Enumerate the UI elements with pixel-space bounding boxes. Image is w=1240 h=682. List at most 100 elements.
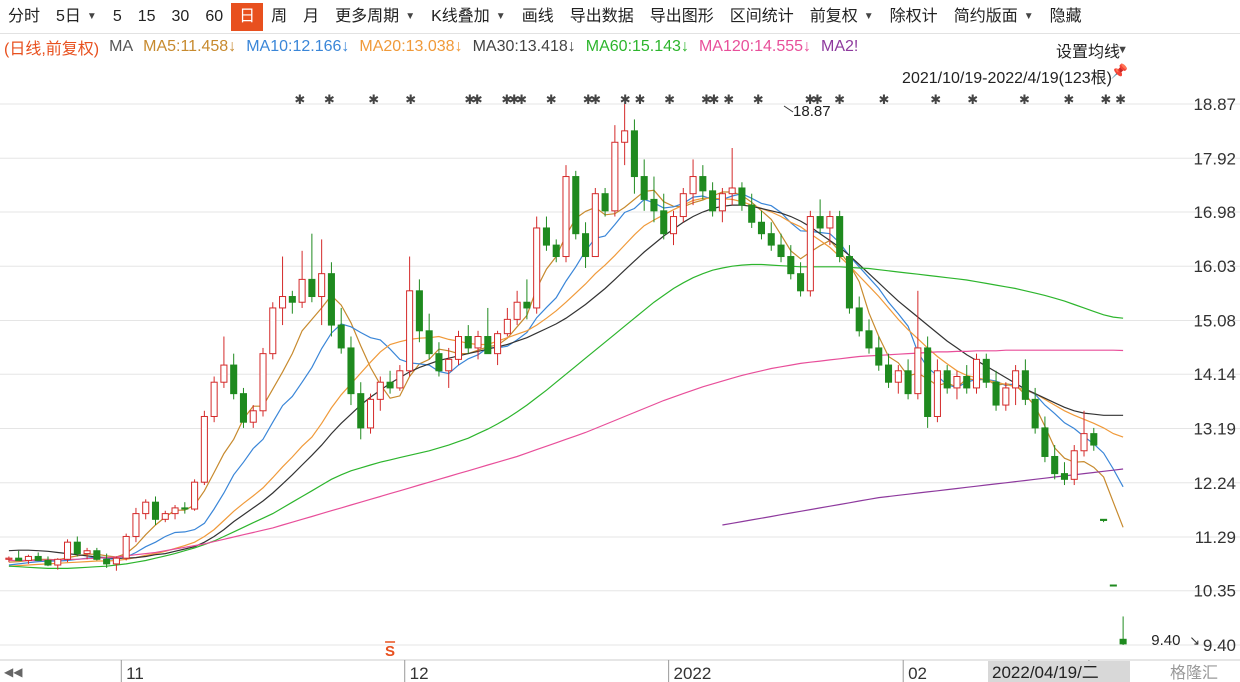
candle-body: [347, 347, 355, 395]
candle-body: [728, 187, 736, 195]
candle-body: [1119, 638, 1127, 645]
event-star-icon: ✱: [723, 92, 734, 107]
y-tick-label: 10.35: [1193, 582, 1236, 601]
candle-body: [415, 290, 423, 332]
event-star-icon: ✱: [324, 92, 335, 107]
candle-body: [1070, 450, 1078, 480]
event-star-icon: ✱: [753, 92, 764, 107]
candle-body: [220, 364, 228, 383]
candle-body: [972, 358, 981, 389]
scroll-left-icon: ◀◀: [4, 665, 23, 679]
candle-body: [249, 410, 257, 423]
candle-body: [1060, 473, 1068, 480]
candle-body: [591, 193, 599, 258]
candle-body: [816, 216, 824, 229]
candle-body: [826, 216, 834, 229]
candle-body: [366, 398, 375, 429]
candle-body: [230, 364, 238, 395]
candle-body: [376, 381, 384, 400]
candle-body: [1109, 584, 1117, 587]
candle-body: [787, 256, 795, 275]
candle-body: [1041, 427, 1049, 457]
candle-body: [406, 290, 414, 372]
event-star-icon: ✱: [1063, 92, 1074, 107]
min-price-label: 9.40: [1151, 632, 1180, 649]
candle-body: [464, 336, 472, 349]
candle-body: [797, 273, 805, 292]
y-tick-label: 18.87: [1193, 95, 1236, 114]
candle-body: [562, 176, 570, 258]
candle-body: [757, 221, 766, 235]
event-star-icon: ✱: [1115, 92, 1126, 107]
candle-body: [112, 557, 120, 565]
event-star-icon: ✱: [294, 92, 305, 107]
candle-body: [161, 513, 169, 520]
y-tick-label: 14.14: [1193, 365, 1236, 384]
candle-body: [582, 233, 590, 258]
candle-body: [34, 555, 42, 561]
candle-body: [1051, 455, 1059, 475]
candle-body: [396, 370, 404, 389]
y-tick-label: 9.40: [1203, 636, 1236, 655]
candle-body: [474, 336, 482, 349]
candle-body: [122, 535, 130, 559]
candle-body: [337, 324, 345, 349]
candle-body: [445, 358, 453, 372]
y-tick-label: 16.03: [1193, 257, 1236, 276]
candle-body: [748, 204, 756, 223]
ex-right-marker: S: [385, 643, 395, 660]
cursor-date-label: 2022/04/19/二: [992, 663, 1099, 682]
candle-body: [992, 381, 1000, 406]
candle-body: [953, 375, 961, 389]
candle-body: [845, 256, 853, 309]
candle-body: [709, 190, 717, 212]
candle-body: [142, 501, 150, 515]
candle-body: [386, 381, 394, 389]
candle-body: [103, 558, 111, 565]
candle-body: [699, 176, 707, 192]
x-tick-label: 11: [126, 664, 144, 682]
candle-body: [181, 507, 189, 510]
event-star-icon: ✱: [834, 92, 845, 107]
y-tick-label: 15.08: [1193, 312, 1236, 331]
candle-body: [943, 370, 951, 389]
candle-body: [5, 557, 13, 560]
candle-body: [914, 347, 922, 395]
event-star-icon: ✱: [664, 92, 675, 107]
candle-body: [640, 176, 648, 200]
candle-body: [425, 330, 433, 355]
event-star-icon: ✱: [620, 92, 631, 107]
candle-body: [24, 555, 32, 561]
x-tick-label: 12: [410, 664, 429, 682]
candle-body: [718, 193, 726, 212]
event-star-icon: ✱: [590, 92, 601, 107]
candle-body: [924, 347, 932, 417]
event-star-icon: ✱: [546, 92, 557, 107]
candle-body: [963, 375, 971, 389]
candle-body: [269, 307, 277, 355]
candle-body: [1090, 433, 1098, 446]
candle-body: [885, 364, 893, 383]
min-pointer: ↘: [1189, 633, 1200, 648]
candle-body: [93, 550, 101, 560]
candle-body: [894, 370, 902, 383]
max-pointer: [783, 105, 794, 113]
candle-body: [904, 370, 912, 395]
candle-body: [64, 541, 72, 560]
candle-body: [650, 198, 658, 212]
kline-chart[interactable]: 18.87 17.92 16.98 16.03 15.08 14.14 13.19 12.24…: [0, 0, 1240, 682]
candle-body: [171, 507, 179, 515]
candle-body: [54, 558, 62, 566]
candle-body: [357, 393, 365, 429]
candle-body: [865, 330, 873, 349]
candle-body: [44, 559, 52, 566]
event-star-icon: ✱: [472, 92, 483, 107]
candle-body: [318, 273, 326, 298]
candle-body: [552, 244, 560, 258]
y-tick-label: 11.29: [1195, 528, 1236, 547]
candle-body: [855, 307, 863, 332]
candle-body: [836, 216, 844, 258]
candle-body: [1031, 398, 1039, 429]
candle-body: [200, 415, 208, 483]
candle-body: [806, 216, 814, 292]
